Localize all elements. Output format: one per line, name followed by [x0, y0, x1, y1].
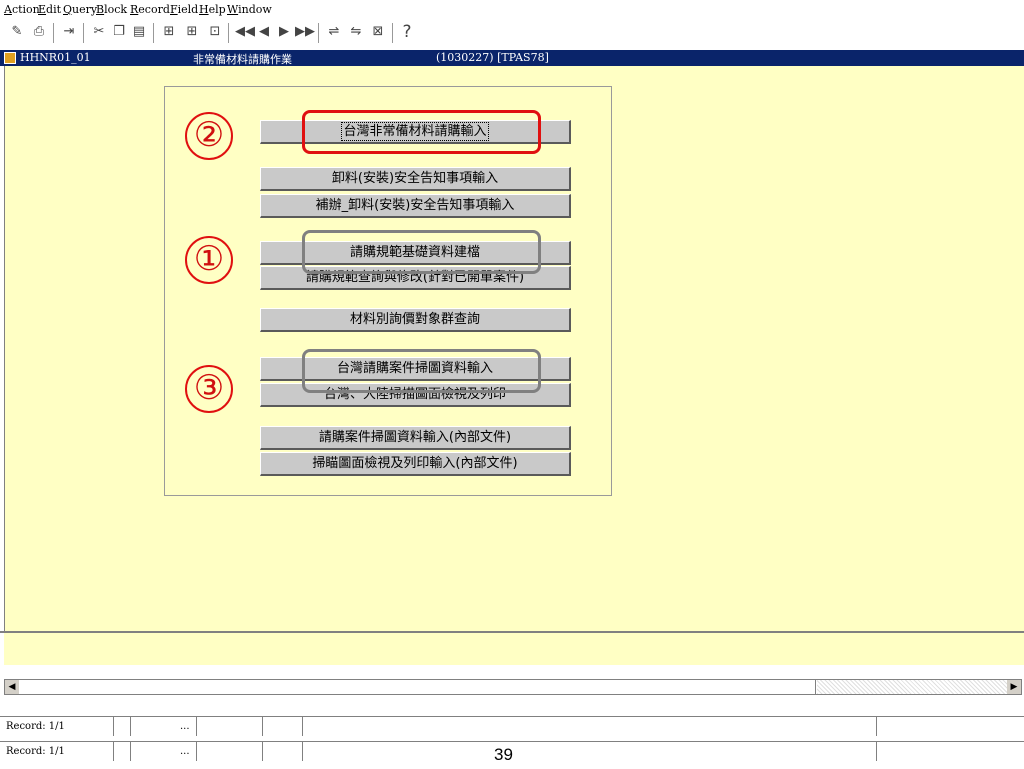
status-cell: [130, 717, 131, 736]
menu-help[interactable]: Help: [199, 3, 226, 16]
toolbar-separator: [153, 23, 154, 43]
internal-scan-view-print-button[interactable]: 掃瞄圖面檢視及列印輸入(內部文件): [260, 452, 571, 476]
first-record-icon[interactable]: ◀◀: [235, 23, 255, 41]
status-cell: [113, 717, 114, 736]
toolbar-separator: [228, 23, 229, 43]
status-cell: [113, 742, 114, 761]
menu-field[interactable]: Field: [170, 3, 198, 16]
annotation-highlight-box: [302, 349, 541, 393]
form-id: HHNR01_01: [20, 51, 91, 64]
annotation-number-3: ③: [185, 365, 233, 413]
insert-record-icon[interactable]: ⇌: [325, 23, 343, 41]
menu-panel: 台灣非常備材料請購輸入 卸料(安裝)安全告知事項輸入 補辦_卸料(安裝)安全告知…: [164, 86, 612, 496]
menu-block[interactable]: Block: [96, 3, 127, 16]
form-title-bar: HHNR01_01 非常備材料請購作業 (1030227) [TPAS78]: [0, 50, 1024, 66]
toolbar-separator: [83, 23, 84, 43]
button-label: 請購案件掃圖資料輸入(內部文件): [318, 430, 512, 445]
user-info: (1030227) [TPAS78]: [436, 51, 549, 64]
print-icon[interactable]: ⎙: [30, 23, 48, 41]
toolbar-separator: [318, 23, 319, 43]
status-count: ...: [180, 746, 190, 757]
button-label: 材料別詢價對象群查詢: [349, 312, 480, 327]
button-label: 補辦_卸料(安裝)安全告知事項輸入: [315, 198, 515, 213]
status-cell: [196, 742, 197, 761]
menu-record[interactable]: Record: [130, 3, 170, 16]
scroll-right-icon[interactable]: ▶: [1007, 680, 1021, 694]
form-title: 非常備材料請購作業: [193, 53, 292, 66]
message-area: [4, 633, 1024, 665]
annotation-highlight-box: [302, 110, 541, 154]
status-cell: [302, 717, 303, 736]
annotation-number-2: ②: [185, 112, 233, 160]
menu-edit[interactable]: Edit: [38, 3, 61, 16]
menu-query[interactable]: Query: [63, 3, 97, 16]
supplemental-unloading-safety-notice-button[interactable]: 補辦_卸料(安裝)安全告知事項輸入: [260, 194, 571, 218]
button-label: 卸料(安裝)安全告知事項輸入: [331, 171, 499, 186]
paste-icon[interactable]: ▤: [130, 23, 148, 41]
enter-query-icon[interactable]: ⊞: [160, 23, 178, 41]
status-cell: [876, 717, 877, 736]
cut-icon[interactable]: ✂: [90, 23, 108, 41]
execute-query-icon[interactable]: ⊞: [183, 23, 201, 41]
previous-record-icon[interactable]: ◀: [255, 23, 273, 41]
material-inquiry-group-query-button[interactable]: 材料別詢價對象群查詢: [260, 308, 571, 332]
annotation-number-1: ①: [185, 236, 233, 284]
menu-bar: Action Edit Query Block Record Field Hel…: [0, 0, 1024, 18]
next-record-icon[interactable]: ▶: [275, 23, 293, 41]
button-label: 掃瞄圖面檢視及列印輸入(內部文件): [312, 456, 518, 471]
help-icon[interactable]: ?: [398, 23, 416, 41]
save-icon[interactable]: ✎: [8, 23, 26, 41]
copy-icon[interactable]: ❐: [110, 23, 128, 41]
unloading-safety-notice-button[interactable]: 卸料(安裝)安全告知事項輸入: [260, 167, 571, 191]
scrollbar-track[interactable]: [817, 680, 1007, 694]
page-number: 39: [494, 745, 513, 764]
last-record-icon[interactable]: ▶▶: [295, 23, 315, 41]
record-indicator: Record: 1/1: [6, 746, 65, 757]
form-icon: [4, 52, 16, 64]
form-canvas: 台灣非常備材料請購輸入 卸料(安裝)安全告知事項輸入 補辦_卸料(安裝)安全告知…: [4, 66, 1024, 631]
scrollbar-thumb[interactable]: [19, 680, 816, 694]
exit-icon[interactable]: ⇥: [60, 23, 78, 41]
menu-action[interactable]: Action: [4, 3, 40, 16]
toolbar-separator: [53, 23, 54, 43]
status-cell: [876, 742, 877, 761]
record-indicator: Record: 1/1: [6, 721, 65, 732]
delete-record-icon[interactable]: ⇋: [347, 23, 365, 41]
status-bar: Record: 1/1 ...: [0, 716, 1024, 737]
cancel-query-icon[interactable]: ⊡: [206, 23, 224, 41]
internal-scan-data-input-button[interactable]: 請購案件掃圖資料輸入(內部文件): [260, 426, 571, 450]
annotation-highlight-box: [302, 230, 541, 274]
horizontal-scrollbar[interactable]: ◀ ▶: [4, 679, 1022, 695]
toolbar-separator: [392, 23, 393, 43]
menu-window[interactable]: Window: [227, 3, 272, 16]
status-cell: [196, 717, 197, 736]
status-cell: [262, 717, 263, 736]
toolbar: ✎ ⎙ ⇥ ✂ ❐ ▤ ⊞ ⊞ ⊡ ◀◀ ◀ ▶ ▶▶ ⇌ ⇋ ⊠ ?: [0, 18, 1024, 50]
status-cell: [262, 742, 263, 761]
scroll-left-icon[interactable]: ◀: [5, 680, 19, 694]
status-cell: [302, 742, 303, 761]
status-count: ...: [180, 721, 190, 732]
lock-record-icon[interactable]: ⊠: [369, 23, 387, 41]
status-cell: [130, 742, 131, 761]
